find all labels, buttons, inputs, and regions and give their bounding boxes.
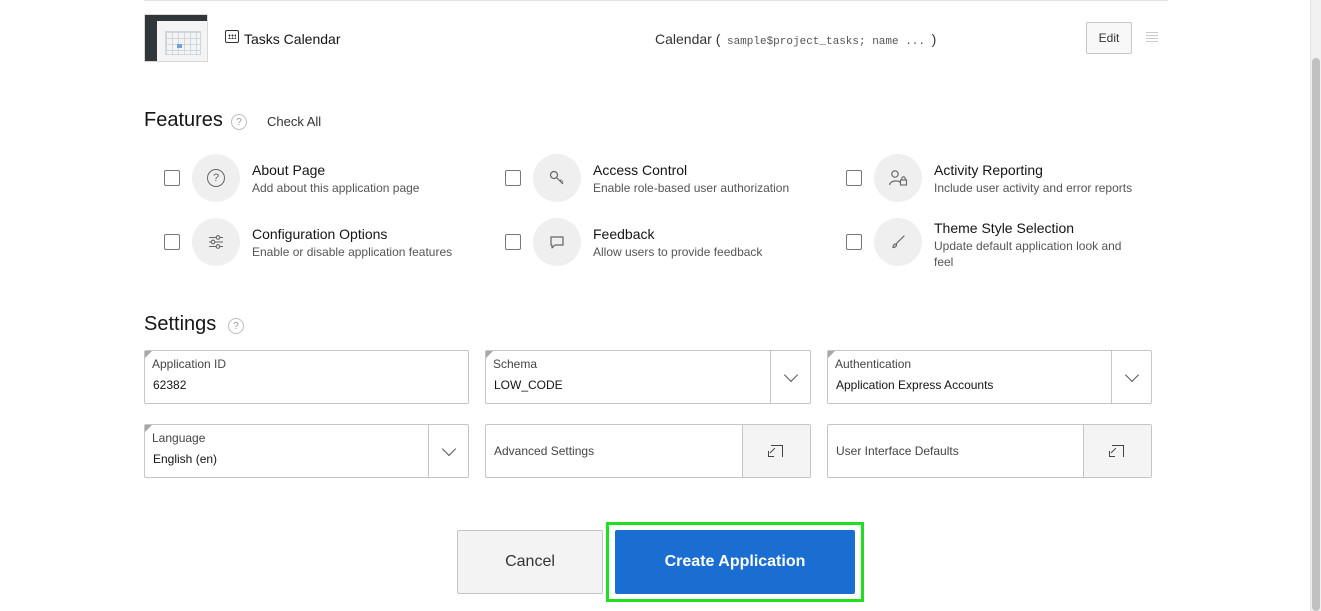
- feature-description: Enable role-based user authorization: [593, 181, 790, 195]
- top-divider: [144, 0, 1168, 2]
- application-id-field[interactable]: Application ID 62382: [144, 350, 469, 404]
- page-row: Tasks Calendar Calendar ( sample$project…: [144, 14, 1168, 62]
- feature-theme-style-selection: Theme Style Selection Update default app…: [826, 218, 1146, 269]
- cancel-button[interactable]: Cancel: [457, 530, 603, 594]
- open-dialog-icon[interactable]: [1083, 425, 1151, 477]
- question-icon: ?: [192, 154, 240, 202]
- create-application-button[interactable]: Create Application: [615, 530, 855, 594]
- edit-page-button[interactable]: Edit: [1086, 22, 1132, 54]
- feature-title: Theme Style Selection: [934, 220, 1075, 236]
- feature-title: Configuration Options: [252, 226, 388, 242]
- open-dialog-icon[interactable]: [742, 425, 810, 477]
- chevron-down-icon[interactable]: [1111, 351, 1151, 403]
- feature-description: Include user activity and error reports: [934, 181, 1133, 195]
- features-help-icon[interactable]: ?: [231, 114, 247, 130]
- features-title: Features: [144, 109, 223, 131]
- user-interface-defaults-field[interactable]: User Interface Defaults: [827, 424, 1152, 478]
- feature-checkbox[interactable]: [846, 234, 862, 250]
- authentication-label: Authentication: [835, 357, 912, 371]
- schema-select[interactable]: Schema LOW_CODE: [485, 350, 811, 404]
- page-name: Tasks Calendar: [244, 31, 341, 47]
- chevron-down-icon[interactable]: [770, 351, 810, 403]
- feature-title: Access Control: [593, 162, 688, 178]
- sliders-icon: [192, 218, 240, 266]
- authentication-value: Application Express Accounts: [836, 378, 994, 392]
- feature-configuration-options: Configuration Options Enable or disable …: [144, 218, 464, 268]
- feature-checkbox[interactable]: [505, 170, 521, 186]
- application-id-value[interactable]: 62382: [153, 378, 186, 392]
- feature-checkbox[interactable]: [846, 170, 862, 186]
- settings-help-icon[interactable]: ?: [228, 318, 244, 334]
- feature-description: Add about this application page: [252, 181, 420, 195]
- feature-checkbox[interactable]: [505, 234, 521, 250]
- schema-label: Schema: [493, 357, 538, 371]
- user-interface-defaults-label: User Interface Defaults: [836, 444, 959, 458]
- application-id-label: Application ID: [152, 357, 227, 371]
- advanced-settings-field[interactable]: Advanced Settings: [485, 424, 811, 478]
- feature-about-page: ? About Page Add about this application …: [144, 154, 464, 204]
- language-label: Language: [152, 431, 206, 445]
- authentication-select[interactable]: Authentication Application Express Accou…: [827, 350, 1152, 404]
- language-value: English (en): [153, 452, 218, 466]
- schema-value: LOW_CODE: [494, 378, 563, 392]
- feature-access-control: Access Control Enable role-based user au…: [485, 154, 805, 204]
- feature-activity-reporting: Activity Reporting Include user activity…: [826, 154, 1146, 204]
- calendar-icon: [225, 30, 239, 43]
- calendar-thumbnail: [144, 14, 208, 62]
- feature-checkbox[interactable]: [164, 234, 180, 250]
- comment-icon: [533, 218, 581, 266]
- feature-title: Feedback: [593, 226, 655, 242]
- feature-title: About Page: [252, 162, 326, 178]
- advanced-settings-label: Advanced Settings: [494, 444, 595, 458]
- brush-icon: [874, 218, 922, 266]
- feature-feedback: Feedback Allow users to provide feedback: [485, 218, 805, 268]
- user-lock-icon: [874, 154, 922, 202]
- feature-description: Allow users to provide feedback: [593, 245, 763, 259]
- feature-checkbox[interactable]: [164, 170, 180, 186]
- settings-title: Settings: [144, 313, 217, 335]
- feature-description: Enable or disable application features: [252, 245, 453, 259]
- language-select[interactable]: Language English (en): [144, 424, 469, 478]
- check-all-link[interactable]: Check All: [267, 114, 321, 129]
- feature-description: Update default application look and feel: [934, 239, 1122, 269]
- key-icon: [533, 154, 581, 202]
- chevron-down-icon[interactable]: [428, 425, 468, 477]
- feature-title: Activity Reporting: [934, 162, 1043, 178]
- scrollbar-thumb[interactable]: [1312, 58, 1320, 611]
- page-source: Calendar ( sample$project_tasks; name ..…: [655, 31, 937, 48]
- drag-handle-icon[interactable]: [1146, 32, 1158, 42]
